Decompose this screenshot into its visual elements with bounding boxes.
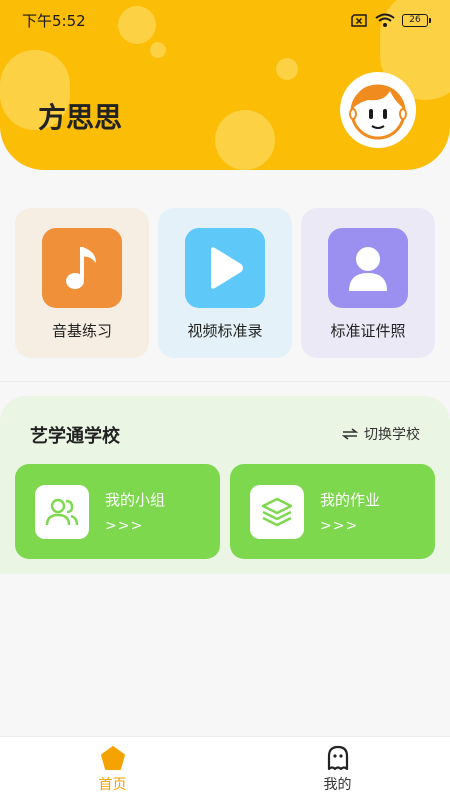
swap-icon [342,428,358,440]
my-group-card[interactable]: 我的小组 >>> [15,464,220,559]
card-title: 我的小组 [105,491,166,509]
feature-card-id-photo[interactable]: 标准证件照 [301,208,435,358]
battery-level: 26 [409,14,421,25]
sim-off-icon [351,13,367,27]
home-icon [100,746,125,770]
card-arrow: >>> [320,518,359,534]
group-icon [35,484,89,539]
profile-icon [327,745,348,771]
music-note-icon [42,228,122,308]
switch-school-button[interactable]: 切换学校 [342,424,420,444]
my-homework-card[interactable]: 我的作业 >>> [230,464,435,559]
school-section: 艺学通学校 切换学校 我的小组 >>> 我的作业 >>> [0,396,450,574]
decorative-bubble [150,42,166,58]
cartoon-face-icon [349,84,407,140]
decorative-bubble [276,58,298,80]
feature-card-music-practice[interactable]: 音基练习 [15,208,149,358]
battery-icon: 26 [402,13,431,27]
school-name: 艺学通学校 [30,426,120,447]
nav-home[interactable]: 首页 [0,737,225,800]
status-time: 下午5:52 [22,11,86,30]
bottom-nav: 首页 我的 [0,736,450,800]
status-bar: 下午5:52 26 [0,0,450,40]
decorative-bubble [215,110,275,170]
profile-header: 下午5:52 26 方思思 [0,0,450,170]
feature-label: 标准证件照 [330,322,406,340]
username: 方思思 [38,101,123,134]
feature-label: 视频标准录 [187,322,263,340]
switch-school-label: 切换学校 [364,427,420,443]
nav-profile[interactable]: 我的 [225,737,450,800]
feature-grid: 音基练习 视频标准录 标准证件照 [15,208,435,358]
card-arrow: >>> [105,518,144,534]
feature-card-video-record[interactable]: 视频标准录 [158,208,292,358]
person-icon [328,228,408,308]
section-divider [0,381,450,382]
nav-profile-label: 我的 [323,777,352,793]
play-icon [185,228,265,308]
nav-home-label: 首页 [98,777,127,793]
avatar[interactable] [340,72,416,148]
card-title: 我的作业 [320,491,381,509]
wifi-icon [375,13,395,27]
feature-label: 音基练习 [51,322,112,340]
layers-icon [250,484,304,539]
